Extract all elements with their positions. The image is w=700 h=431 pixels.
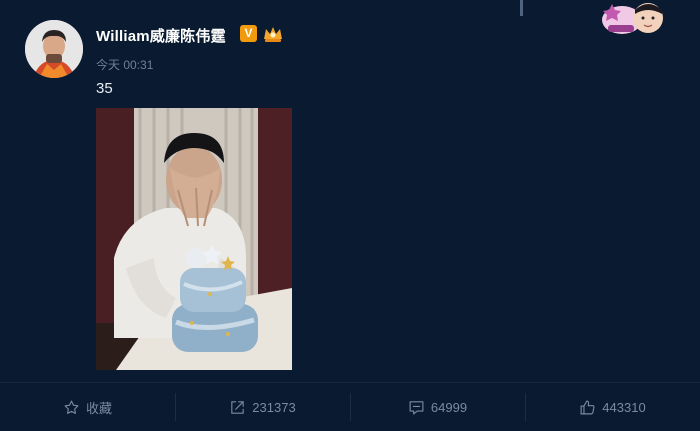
weibo-post-card: William威廉陈伟霆 V 今天 00:31 35 收藏 231373 649… (0, 0, 700, 431)
comment-button[interactable]: 64999 (350, 383, 525, 431)
verified-badge-icon: V (240, 25, 257, 42)
post-image[interactable] (96, 108, 292, 370)
post-timestamp[interactable]: 今天 00:31 (96, 56, 153, 73)
favorite-label: 收藏 (85, 400, 112, 416)
scroll-indicator (520, 0, 523, 16)
like-button[interactable]: 443310 (525, 383, 700, 431)
avatar-image (25, 20, 83, 78)
favorite-button[interactable]: 收藏 (0, 383, 175, 431)
birthday-photo (96, 108, 292, 370)
post-text: 35 (96, 80, 113, 97)
share-icon (231, 400, 245, 414)
post-action-bar: 收藏 231373 64999 443310 (0, 383, 700, 431)
comment-count: 64999 (430, 399, 468, 415)
star-icon (64, 400, 79, 414)
profile-sticker-icon (598, 0, 670, 36)
avatar[interactable] (25, 20, 83, 78)
like-count: 443310 (602, 399, 646, 415)
username[interactable]: William威廉陈伟霆 (96, 25, 226, 46)
repost-button[interactable]: 231373 (175, 383, 350, 431)
repost-count: 231373 (252, 399, 296, 415)
thumbs-up-icon (580, 400, 595, 414)
vip-crown-icon (264, 27, 282, 42)
comment-icon (409, 400, 424, 414)
